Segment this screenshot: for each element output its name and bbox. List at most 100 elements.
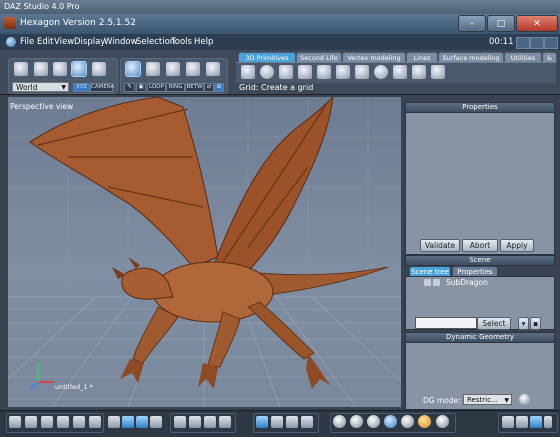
scene-panel-header[interactable]: Scene [405, 255, 555, 266]
layout-display-icon[interactable] [150, 416, 162, 428]
face-select-icon[interactable] [146, 62, 160, 76]
material-shading-icon[interactable] [418, 415, 431, 428]
pan-icon[interactable] [174, 416, 186, 428]
list-display-icon[interactable] [136, 416, 148, 428]
move-icon[interactable] [256, 416, 268, 428]
minimize-button[interactable]: – [458, 15, 486, 32]
auto-select-icon[interactable] [206, 62, 220, 76]
two-views-icon[interactable] [25, 416, 37, 428]
frame-icon[interactable] [219, 416, 231, 428]
gem-primitive-icon[interactable] [412, 65, 426, 79]
polyhedron-primitive-icon[interactable] [393, 65, 407, 79]
scissors-icon[interactable] [301, 416, 313, 428]
visibility-icon[interactable] [424, 279, 431, 286]
menu-tools[interactable]: Tools [171, 37, 192, 47]
layout-icon-2[interactable] [530, 37, 544, 49]
between-button[interactable]: BETW [185, 83, 204, 92]
sphere-primitive-icon[interactable] [260, 65, 274, 79]
coord-space-value: World [16, 83, 38, 92]
vertex-select-icon[interactable] [186, 62, 200, 76]
flat-shading-icon[interactable] [350, 415, 363, 428]
cone-primitive-icon[interactable] [336, 65, 350, 79]
ring-button[interactable]: RING [166, 83, 185, 92]
camera-button[interactable]: CAMERA [90, 83, 114, 92]
select-arrow-icon[interactable] [14, 62, 28, 76]
chevron-down-icon: ▼ [61, 84, 66, 91]
scale-icon[interactable] [53, 62, 67, 76]
select-filter-input[interactable] [415, 317, 477, 329]
cube-primitive-icon[interactable] [298, 65, 312, 79]
rotate-icon[interactable] [34, 62, 48, 76]
select-button[interactable]: Select [477, 317, 511, 330]
zoom-icon[interactable] [204, 416, 216, 428]
chevron-down-icon: ▼ [504, 397, 509, 404]
teapot-primitive-icon[interactable] [431, 65, 445, 79]
three-views-icon[interactable] [41, 416, 53, 428]
loop-button[interactable]: LOOP [147, 83, 166, 92]
camera-view-icon[interactable] [108, 416, 120, 428]
cubes-display-icon[interactable] [516, 416, 528, 428]
plane-primitive-icon[interactable] [279, 65, 293, 79]
apply-button[interactable]: Apply [500, 239, 534, 252]
scene-item-icons[interactable] [424, 279, 442, 286]
render-preview-icon[interactable] [436, 415, 449, 428]
cylinder-primitive-icon[interactable] [317, 65, 331, 79]
tweak-icon[interactable] [271, 416, 283, 428]
scene-chevron-down-icon[interactable]: ▾ [518, 317, 529, 330]
validate-button[interactable]: Validate [420, 239, 460, 252]
menu-view[interactable]: View [54, 37, 74, 47]
magnet-icon[interactable] [92, 62, 106, 76]
wand-icon[interactable]: ✎ [124, 83, 135, 92]
menu-selection[interactable]: Selection [136, 37, 175, 47]
invert-icon[interactable]: ⇄ [204, 83, 214, 92]
grid-primitive-icon[interactable] [241, 65, 255, 79]
axis-gizmo [29, 362, 54, 390]
hexagon-app-icon [4, 17, 16, 29]
menu-file[interactable]: File [20, 37, 34, 47]
clock: 00:11 [489, 37, 514, 47]
grow-icon[interactable]: ▣ [136, 83, 146, 92]
dg-toggle-icon[interactable] [519, 394, 530, 405]
edge-select-icon[interactable] [166, 62, 180, 76]
xyz-button[interactable]: XYZ [73, 83, 90, 92]
smooth-shading-icon[interactable] [367, 415, 380, 428]
app-titlebar: Hexagon Version 2.5.1.52 – □ ✕ [0, 14, 560, 34]
scene-item-subdragon[interactable]: SubDragon [446, 278, 488, 287]
ambient-occlusion-icon[interactable] [530, 416, 542, 428]
torus-primitive-icon[interactable] [374, 65, 388, 79]
hidden-view-icon[interactable] [89, 416, 101, 428]
tools-icon[interactable] [286, 416, 298, 428]
textured-shading-icon[interactable] [384, 415, 397, 428]
lock-icon[interactable] [433, 279, 440, 286]
coord-space-dropdown[interactable]: World ▼ [12, 82, 69, 92]
four-views-icon[interactable] [57, 416, 69, 428]
split-view-icon[interactable] [73, 416, 85, 428]
hint-text: Grid: Create a grid [239, 83, 314, 92]
more-display-icon[interactable] [544, 416, 552, 428]
pyramid-primitive-icon[interactable] [355, 65, 369, 79]
cube-display-icon[interactable] [502, 416, 514, 428]
menu-display[interactable]: Display [74, 37, 105, 47]
menu-edit[interactable]: Edit [37, 37, 53, 47]
abort-button[interactable]: Abort [462, 239, 498, 252]
properties-panel-body [405, 112, 555, 255]
single-view-icon[interactable] [9, 416, 21, 428]
layout-icon-3[interactable] [544, 37, 558, 49]
object-select-icon[interactable] [125, 61, 141, 77]
lit-shading-icon[interactable] [401, 415, 414, 428]
scene-options-icon[interactable]: ▪ [530, 317, 541, 330]
layout-icon[interactable] [516, 37, 530, 49]
expand-icon[interactable]: ⊞ [214, 83, 224, 92]
perspective-viewport[interactable] [8, 97, 401, 407]
wireframe-shading-icon[interactable] [333, 415, 346, 428]
menu-help[interactable]: Help [194, 37, 213, 47]
dragon-model[interactable] [29, 97, 389, 389]
dg-mode-select[interactable]: Restric... ▼ [463, 394, 512, 405]
universal-manipulator-icon[interactable] [71, 61, 87, 77]
menu-window[interactable]: Window [104, 37, 138, 47]
grid-display-icon[interactable] [122, 416, 134, 428]
maximize-button[interactable]: □ [487, 15, 515, 32]
orbit-icon[interactable] [189, 416, 201, 428]
app-logo-icon [6, 37, 16, 47]
close-button[interactable]: ✕ [516, 15, 558, 32]
